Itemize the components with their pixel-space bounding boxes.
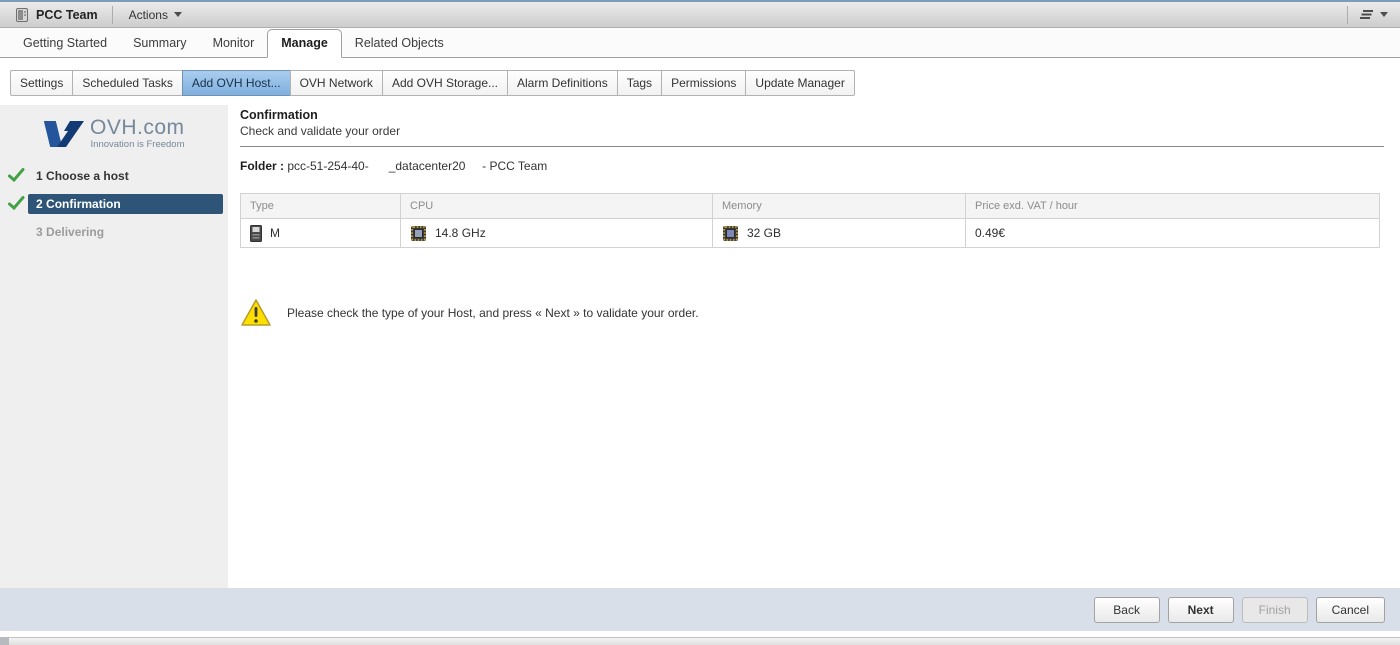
warning-text: Please check the type of your Host, and … [287, 306, 699, 320]
page-title: Confirmation [240, 108, 1384, 122]
wizard-sidebar: OVH.com Innovation is Freedom 1 Choose a… [0, 105, 228, 588]
cell-cpu: 14.8 GHz [435, 226, 486, 240]
step-number: 1 [36, 169, 43, 183]
ovh-logo: OVH.com Innovation is Freedom [40, 117, 228, 151]
ovh-logo-tagline: Innovation is Freedom [90, 139, 185, 150]
title-bar: PCC Team Actions [0, 0, 1400, 28]
step-label: Choose a host [46, 169, 129, 183]
step-label: Delivering [46, 225, 104, 239]
actions-label: Actions [129, 8, 168, 22]
header-price: Price exd. VAT / hour [966, 194, 1380, 219]
folder-label: Folder : [240, 159, 284, 173]
header-memory: Memory [713, 194, 966, 219]
cpu-icon [410, 225, 427, 242]
titlebar-separator [112, 6, 113, 24]
ovh-logo-text: OVH.com [90, 117, 185, 139]
tab-summary[interactable]: Summary [120, 30, 199, 57]
subtab-add-ovh-host[interactable]: Add OVH Host... [182, 70, 291, 96]
table-header-row: Type CPU Memory Price exd. VAT / hour [241, 194, 1380, 219]
subtab-ovh-network[interactable]: OVH Network [290, 70, 383, 96]
wizard-steps: 1 Choose a host 2 Confirmation 3 Deliver… [0, 165, 228, 243]
header-cpu: CPU [401, 194, 713, 219]
folder-line: Folder : pcc-51-254-40- _datacenter20 - … [240, 159, 1384, 173]
cell-memory: 32 GB [747, 226, 781, 240]
tab-getting-started[interactable]: Getting Started [10, 30, 120, 57]
chevron-down-icon [1380, 12, 1388, 17]
ovh-v-icon [40, 117, 86, 151]
tab-related-objects[interactable]: Related Objects [342, 30, 457, 57]
step-number: 3 [36, 225, 43, 239]
wizard-step-delivering: 3 Delivering [0, 221, 228, 243]
check-icon [8, 196, 28, 212]
check-icon [8, 168, 28, 184]
tab-manage[interactable]: Manage [267, 29, 342, 58]
actions-menu-button[interactable]: Actions [121, 6, 190, 24]
panel-list-icon [1360, 9, 1376, 21]
header-type: Type [241, 194, 401, 219]
titlebar-right-separator [1347, 6, 1348, 24]
next-button[interactable]: Next [1168, 597, 1234, 623]
host-object-icon [14, 7, 30, 23]
chevron-down-icon [174, 12, 182, 17]
confirmation-panel: Confirmation Check and validate your ord… [240, 108, 1384, 327]
back-button[interactable]: Back [1094, 597, 1160, 623]
warning-row: Please check the type of your Host, and … [240, 298, 1384, 327]
finish-button[interactable]: Finish [1242, 597, 1308, 623]
status-bar-grip [0, 637, 9, 645]
subtab-scheduled-tasks[interactable]: Scheduled Tasks [72, 70, 183, 96]
page-subtitle: Check and validate your order [240, 124, 1384, 138]
wizard-footer: Back Next Finish Cancel [0, 588, 1400, 631]
cell-type: M [270, 226, 280, 240]
subtab-permissions[interactable]: Permissions [661, 70, 746, 96]
tab-monitor[interactable]: Monitor [200, 30, 268, 57]
header-divider [240, 146, 1384, 147]
status-bar [0, 637, 1400, 645]
server-icon [250, 225, 262, 242]
panel-layout-menu-button[interactable] [1356, 7, 1392, 23]
step-check-placeholder [8, 224, 28, 240]
step-label: Confirmation [46, 197, 121, 211]
subtab-alarm-definitions[interactable]: Alarm Definitions [507, 70, 618, 96]
wizard-step-confirmation[interactable]: 2 Confirmation [0, 193, 228, 215]
order-summary-table: Type CPU Memory Price exd. VAT / hour [240, 193, 1380, 248]
table-row: M 14.8 GHz [241, 219, 1380, 248]
step-number: 2 [36, 197, 43, 211]
object-title: PCC Team [8, 7, 104, 23]
subtab-add-ovh-storage[interactable]: Add OVH Storage... [382, 70, 508, 96]
subtab-tags[interactable]: Tags [617, 70, 662, 96]
wizard-step-choose-host[interactable]: 1 Choose a host [0, 165, 228, 187]
object-name: PCC Team [36, 8, 98, 22]
cancel-button[interactable]: Cancel [1316, 597, 1385, 623]
memory-icon [722, 225, 739, 242]
folder-value: pcc-51-254-40- _datacenter20 - PCC Team [284, 159, 547, 173]
cell-price: 0.49€ [975, 226, 1005, 240]
main-tab-bar: Getting Started Summary Monitor Manage R… [0, 28, 1400, 58]
manage-subtab-bar: Settings Scheduled Tasks Add OVH Host...… [10, 70, 855, 96]
warning-icon [240, 298, 272, 327]
subtab-update-manager[interactable]: Update Manager [745, 70, 854, 96]
subtab-settings[interactable]: Settings [10, 70, 73, 96]
